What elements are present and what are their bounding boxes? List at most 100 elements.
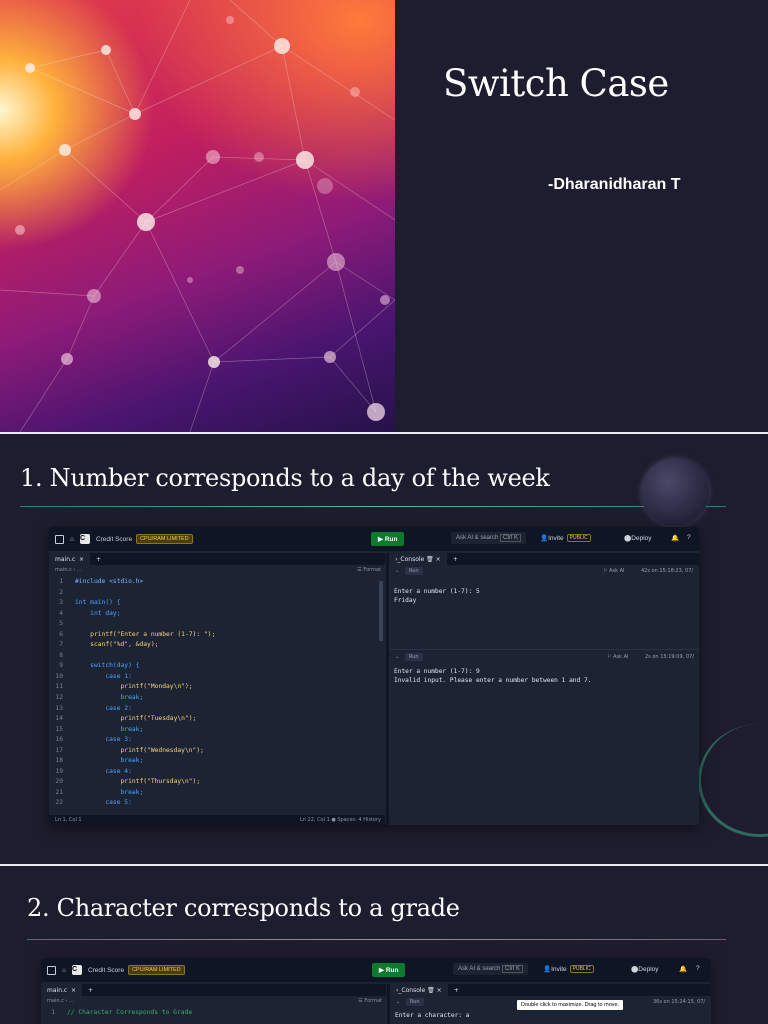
code-line: 17 printf("Wednesday\n"); xyxy=(49,746,215,757)
run-time: 36s on 15:24:15, 07/ xyxy=(653,999,706,1005)
ide-screenshot: ⌂ C Credit Score CPU/RAM LIMITED ▶ Run A… xyxy=(41,958,711,1024)
bell-icon[interactable]: 🔔 xyxy=(671,534,679,542)
code-line: 13 case 2: xyxy=(49,704,215,715)
ask-ai-search[interactable]: Ask AI & search Ctrl K xyxy=(453,963,529,975)
hero-network-image xyxy=(0,0,395,432)
line-number: 8 xyxy=(59,651,63,659)
code-line: 2 xyxy=(49,588,215,599)
format-button[interactable]: ☰ Format xyxy=(357,567,381,573)
invite-label: Invite xyxy=(548,534,564,542)
editor-pane: main.c × + main.c › ... ☰ Format 1 #inclu… xyxy=(49,553,385,825)
line-number: 6 xyxy=(59,630,63,638)
slide-heading: 2. Character corresponds to a grade xyxy=(27,894,460,922)
editor-breadcrumb: main.c › ... ☰ Format xyxy=(41,996,386,1006)
code-editor[interactable]: 1 // Character Corresponds to Grade xyxy=(41,1008,192,1019)
code-line: 4 int day; xyxy=(49,609,215,620)
collapse-icon[interactable]: ⌄ xyxy=(395,654,399,660)
deploy-button[interactable]: ⬤ Deploy xyxy=(631,965,659,974)
breadcrumb-text: main.c › ... xyxy=(55,567,82,573)
sidebar-toggle-icon[interactable] xyxy=(55,534,64,544)
file-tab-label: main.c xyxy=(55,555,76,563)
status-right: Ln 22, Col 1 ● Spaces: 4 History xyxy=(299,817,381,823)
code-text: break; xyxy=(75,694,144,702)
network-graphic xyxy=(0,0,395,432)
home-icon[interactable]: ⌂ xyxy=(62,967,66,974)
slide-character-grade: 2. Character corresponds to a grade ⌂ C … xyxy=(0,866,768,1024)
ask-ai-run-button[interactable]: ⚐ Ask AI xyxy=(607,654,628,660)
add-tab-icon[interactable]: + xyxy=(96,556,101,563)
code-line: 8 xyxy=(49,651,215,662)
code-editor[interactable]: 1 #include <stdio.h> 2 3 int main() {4 int d… xyxy=(49,577,215,809)
code-text: case 3: xyxy=(75,736,132,744)
line-number: 20 xyxy=(55,778,63,786)
tab-main-c[interactable]: main.c × xyxy=(49,553,91,565)
editor-tabs: main.c × + xyxy=(41,984,386,996)
code-line: 9 switch(day) { xyxy=(49,661,215,672)
breadcrumb-text: main.c › ... xyxy=(47,998,74,1004)
ide-screenshot: ⌂ C Credit Score CPU/RAM LIMITED ▶ Run A… xyxy=(49,527,699,825)
deploy-button[interactable]: ⬤ Deploy xyxy=(624,534,652,543)
c-language-icon: C xyxy=(71,965,82,975)
run-button[interactable]: ▶ Run xyxy=(372,963,406,977)
bell-icon[interactable]: 🔔 xyxy=(679,965,687,973)
resource-badge[interactable]: CPU/RAM LIMITED xyxy=(128,965,185,975)
heading-underline xyxy=(20,506,726,507)
code-line: 22 case 5: xyxy=(49,798,215,809)
line-number: 2 xyxy=(59,588,63,596)
ask-ai-label: Ask AI & search xyxy=(456,535,499,541)
author-name: -Dharanidharan T xyxy=(548,176,681,193)
project-name[interactable]: Credit Score xyxy=(96,536,132,543)
run-time: 42s on 15:18:23, 07/ xyxy=(641,568,694,574)
code-text: break; xyxy=(75,757,144,765)
project-name[interactable]: Credit Score xyxy=(88,967,124,974)
code-text: case 2: xyxy=(75,704,132,712)
add-console-tab-icon[interactable]: + xyxy=(453,556,458,563)
tab-console[interactable]: ›_ Console 🗑 × xyxy=(389,553,447,565)
code-text: break; xyxy=(75,725,144,733)
editor-scrollbar[interactable] xyxy=(379,581,383,641)
run-button-label: Run xyxy=(385,967,399,974)
code-text: case 5: xyxy=(75,799,132,807)
slide-heading: 1. Number corresponds to a day of the we… xyxy=(20,464,550,492)
line-number: 3 xyxy=(59,599,63,607)
shortcut-hint: Ctrl K xyxy=(500,534,522,542)
help-icon[interactable]: ? xyxy=(687,534,691,541)
help-icon[interactable]: ? xyxy=(696,965,700,972)
code-line: 18 break; xyxy=(49,756,215,767)
tab-main-c[interactable]: main.c × xyxy=(41,984,83,996)
c-language-icon: C xyxy=(79,534,90,544)
run-pill: Run xyxy=(405,653,423,661)
run-button[interactable]: ▶ Run xyxy=(371,532,405,546)
run-header-2: ⌄ Run ⚐ Ask AI 2s on 15:19:09, 07/ xyxy=(389,653,699,663)
console-tab-label: Console xyxy=(401,986,426,994)
collapse-icon[interactable]: ⌄ xyxy=(395,568,399,574)
heading-underline xyxy=(27,939,726,940)
ask-ai-run-button[interactable]: ⚐ Ask AI xyxy=(603,568,624,574)
sidebar-toggle-icon[interactable] xyxy=(47,965,56,975)
ask-ai-search[interactable]: Ask AI & search Ctrl K xyxy=(451,532,527,544)
code-text: break; xyxy=(75,788,144,796)
invite-button[interactable]: 👤 Invite PUBLIC xyxy=(540,534,591,542)
resource-badge[interactable]: CPU/RAM LIMITED xyxy=(136,534,193,544)
line-number: 16 xyxy=(55,736,63,744)
line-number: 18 xyxy=(55,757,63,765)
home-icon[interactable]: ⌂ xyxy=(70,536,74,543)
code-line: 20 printf("Thursday\n"); xyxy=(49,777,215,788)
public-badge: PUBLIC xyxy=(566,534,591,542)
code-line: 3 int main() { xyxy=(49,598,215,609)
add-tab-icon[interactable]: + xyxy=(88,987,93,994)
collapse-icon[interactable]: ⌄ xyxy=(396,999,400,1005)
console-pane: ›_ Console 🗑 × + ⌄ Run ⚐ Ask AI 42s on 1… xyxy=(389,553,699,825)
add-console-tab-icon[interactable]: + xyxy=(454,987,459,994)
code-line: 14 printf("Tuesday\n"); xyxy=(49,714,215,725)
invite-button[interactable]: 👤 Invite PUBLIC xyxy=(543,965,594,973)
line-number: 17 xyxy=(55,746,63,754)
format-button[interactable]: ☰ Format xyxy=(358,998,382,1004)
code-line: 19 case 4: xyxy=(49,767,215,778)
deploy-label: Deploy xyxy=(631,534,652,542)
file-tab-label: main.c xyxy=(47,986,68,994)
code-line: 6 printf("Enter a number (1-7): "); xyxy=(49,630,215,641)
shortcut-hint: Ctrl K xyxy=(502,965,524,973)
tab-console[interactable]: ›_ Console 🗑 × xyxy=(390,984,448,996)
line-number: 11 xyxy=(55,683,63,691)
